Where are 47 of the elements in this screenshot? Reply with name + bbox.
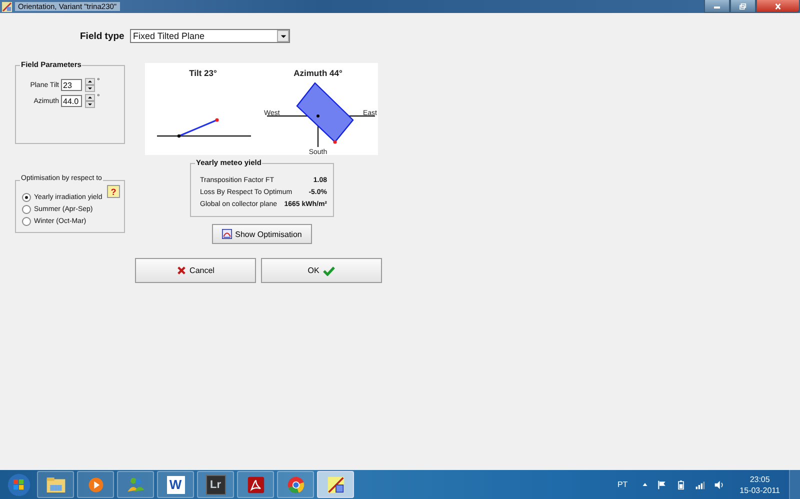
spin-buttons[interactable] (85, 94, 95, 108)
up-arrow-icon[interactable] (642, 482, 648, 487)
down-arrow-icon (85, 85, 95, 92)
chart-icon (222, 229, 232, 239)
battery-icon[interactable] (676, 480, 686, 490)
people-icon (126, 476, 146, 494)
checkmark-icon (323, 266, 336, 276)
field-type-dropdown[interactable]: Fixed Tilted Plane (130, 29, 290, 43)
restore-button[interactable] (730, 0, 756, 13)
restore-icon (738, 2, 748, 10)
start-orb-icon (7, 472, 31, 496)
browser-icon (286, 476, 306, 494)
pdf-icon (246, 476, 266, 494)
cancel-button[interactable]: Cancel (135, 258, 256, 283)
field-type-label: Field type (80, 30, 126, 42)
word-icon: W (166, 476, 184, 494)
speaker-icon[interactable] (714, 480, 724, 490)
dropdown-arrow-icon (280, 34, 286, 38)
clock[interactable]: 23:05 15-03-2011 (740, 474, 780, 496)
language-indicator[interactable]: PT (617, 480, 628, 489)
ok-button[interactable]: OK (261, 258, 382, 283)
signal-icon[interactable] (694, 480, 705, 490)
tilt-title: Tilt 23° (189, 68, 217, 78)
down-arrow-icon (85, 101, 95, 108)
number-field[interactable]: 44.0 (61, 95, 82, 107)
flag-icon[interactable] (656, 480, 667, 490)
spin-buttons[interactable] (85, 78, 95, 92)
radio-button[interactable] (22, 204, 31, 214)
taskbar-app-button[interactable]: Lr (197, 471, 234, 498)
close-icon (773, 2, 783, 10)
close-button[interactable] (756, 0, 800, 13)
radio-button[interactable] (22, 216, 31, 226)
taskbar-app-button[interactable]: W (157, 471, 194, 498)
radio-button[interactable] (22, 192, 31, 202)
help-button[interactable]: ? (107, 185, 120, 198)
app-icon (326, 476, 346, 494)
azimuth-title: Azimuth 44° (294, 68, 342, 78)
folder-icon (46, 476, 66, 494)
number-field[interactable]: 23 (61, 79, 82, 91)
taskbar-app-button[interactable] (317, 471, 354, 498)
cross-icon (176, 266, 186, 275)
up-arrow-icon (85, 94, 95, 101)
minimize-button[interactable] (704, 0, 730, 13)
show-optimisation-button[interactable]: Show Optimisation (212, 224, 312, 244)
up-arrow-icon (85, 78, 95, 85)
app-icon (2, 2, 12, 12)
lightroom-icon: Lr (206, 474, 226, 494)
